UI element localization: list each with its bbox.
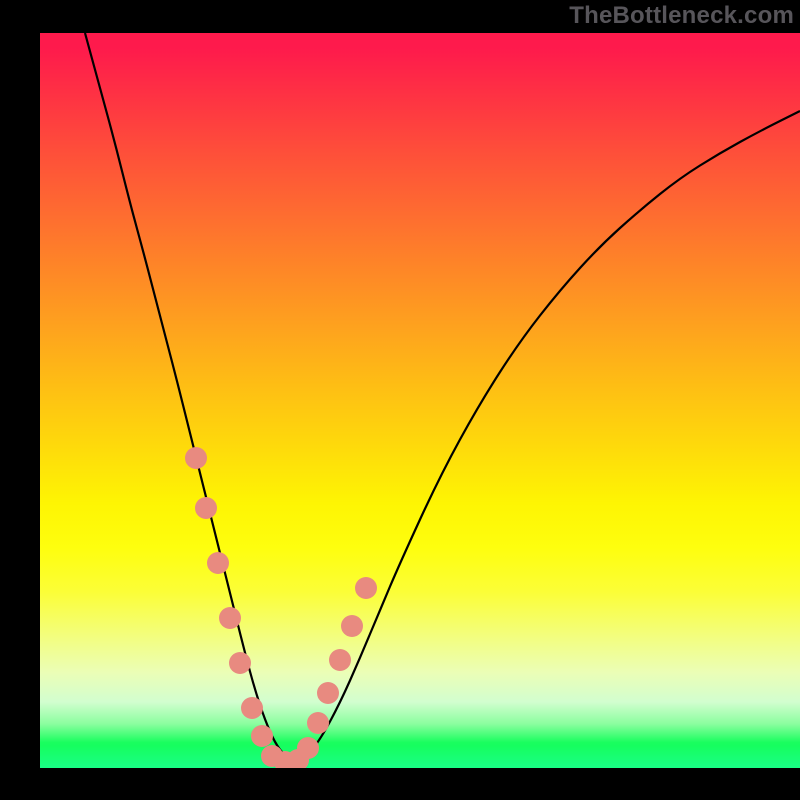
data-marker bbox=[207, 552, 229, 574]
data-marker bbox=[297, 737, 319, 759]
chart-frame: TheBottleneck.com bbox=[0, 0, 800, 800]
data-marker bbox=[329, 649, 351, 671]
chart-svg bbox=[40, 33, 800, 768]
series-curve bbox=[85, 33, 800, 761]
bottleneck-curve bbox=[85, 33, 800, 761]
data-marker bbox=[307, 712, 329, 734]
data-marker bbox=[251, 725, 273, 747]
data-marker bbox=[185, 447, 207, 469]
data-markers bbox=[185, 447, 377, 768]
plot-area bbox=[40, 33, 800, 768]
data-marker bbox=[195, 497, 217, 519]
data-marker bbox=[341, 615, 363, 637]
data-marker bbox=[241, 697, 263, 719]
data-marker bbox=[229, 652, 251, 674]
watermark-text: TheBottleneck.com bbox=[569, 2, 794, 30]
data-marker bbox=[219, 607, 241, 629]
data-marker bbox=[355, 577, 377, 599]
data-marker bbox=[317, 682, 339, 704]
